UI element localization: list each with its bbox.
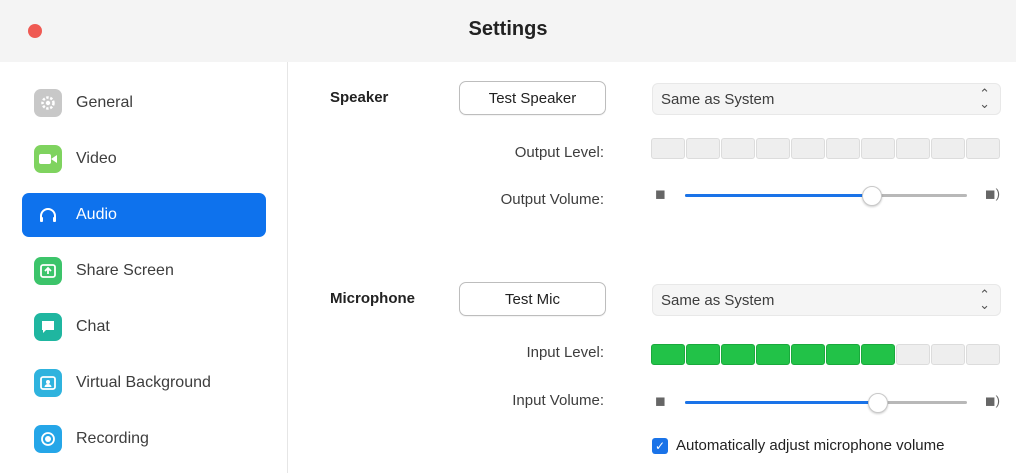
slider-fill: [685, 401, 877, 404]
output-volume-control: ◼ ◼): [655, 185, 1000, 206]
volume-low-icon: ◼: [655, 393, 666, 408]
sidebar-item-virtual-background[interactable]: Virtual Background: [22, 361, 266, 405]
output-volume-slider[interactable]: [685, 186, 967, 206]
speaker-device-select[interactable]: Same as System ⌃ ⌄: [652, 83, 1001, 115]
microphone-section-label: Microphone: [330, 290, 415, 307]
video-camera-icon: [34, 145, 62, 173]
sidebar-item-label: General: [76, 94, 133, 111]
output-level-meter: [651, 138, 1000, 159]
updown-chevron-icon: ⌃ ⌄: [979, 86, 990, 111]
volume-high-icon: ◼): [984, 186, 1000, 201]
meter-segment: [966, 138, 1000, 159]
record-icon: [34, 425, 62, 453]
meter-segment: [861, 138, 895, 159]
sidebar-item-general[interactable]: General: [22, 81, 266, 125]
volume-low-icon: ◼: [655, 186, 666, 201]
output-level-label: Output Level:: [514, 144, 604, 161]
meter-segment: [896, 138, 930, 159]
meter-segment: [791, 138, 825, 159]
input-level-label: Input Level:: [526, 344, 604, 361]
sidebar-item-label: Recording: [76, 430, 149, 447]
auto-adjust-label[interactable]: Automatically adjust microphone volume: [676, 437, 944, 454]
input-volume-slider[interactable]: [685, 393, 967, 413]
sidebar-item-label: Share Screen: [76, 262, 174, 279]
updown-chevron-icon: ⌃ ⌄: [979, 287, 990, 312]
meter-segment: [896, 344, 930, 365]
slider-thumb[interactable]: [862, 186, 883, 206]
slider-thumb[interactable]: [867, 393, 888, 413]
chat-bubble-icon: [34, 313, 62, 341]
meter-segment: [791, 344, 825, 365]
meter-segment: [826, 344, 860, 365]
microphone-device-value: Same as System: [661, 291, 775, 309]
input-level-meter: [651, 344, 1000, 365]
sidebar-item-label: Video: [76, 150, 117, 167]
sidebar-item-audio[interactable]: Audio: [22, 193, 266, 237]
title-bar: Settings: [0, 0, 1016, 62]
speaker-section-label: Speaker: [330, 89, 389, 106]
window-title: Settings: [468, 18, 548, 40]
input-volume-control: ◼ ◼): [655, 392, 1000, 413]
sidebar-item-share-screen[interactable]: Share Screen: [22, 249, 266, 293]
speaker-device-value: Same as System: [661, 90, 775, 108]
sidebar-item-label: Chat: [76, 318, 110, 335]
sidebar-item-chat[interactable]: Chat: [22, 305, 266, 349]
meter-segment: [651, 344, 685, 365]
meter-segment: [651, 138, 685, 159]
meter-segment: [966, 344, 1000, 365]
meter-segment: [861, 344, 895, 365]
person-portrait-icon: [34, 369, 62, 397]
slider-fill: [685, 194, 872, 197]
test-speaker-button[interactable]: Test Speaker: [459, 81, 606, 115]
output-volume-label: Output Volume:: [500, 191, 604, 208]
sidebar-item-video[interactable]: Video: [22, 137, 266, 181]
settings-sidebar: General Video Audio Share Screen Chat Vi…: [0, 62, 288, 473]
test-mic-button[interactable]: Test Mic: [459, 282, 606, 316]
volume-high-icon: ◼): [984, 393, 1000, 408]
sidebar-item-label: Virtual Background: [76, 374, 211, 391]
gear-icon: [34, 89, 62, 117]
headphones-icon: [34, 201, 62, 229]
meter-segment: [686, 344, 720, 365]
input-volume-label: Input Volume:: [512, 392, 604, 409]
auto-adjust-checkbox[interactable]: ✓: [652, 438, 668, 454]
meter-segment: [721, 138, 755, 159]
checkmark-icon: ✓: [654, 439, 666, 453]
sidebar-item-recording[interactable]: Recording: [22, 417, 266, 461]
meter-segment: [931, 344, 965, 365]
sidebar-item-label: Audio: [76, 206, 117, 223]
meter-segment: [686, 138, 720, 159]
meter-segment: [756, 138, 790, 159]
meter-segment: [931, 138, 965, 159]
share-screen-icon: [34, 257, 62, 285]
meter-segment: [721, 344, 755, 365]
meter-segment: [826, 138, 860, 159]
microphone-device-select[interactable]: Same as System ⌃ ⌄: [652, 284, 1001, 316]
meter-segment: [756, 344, 790, 365]
